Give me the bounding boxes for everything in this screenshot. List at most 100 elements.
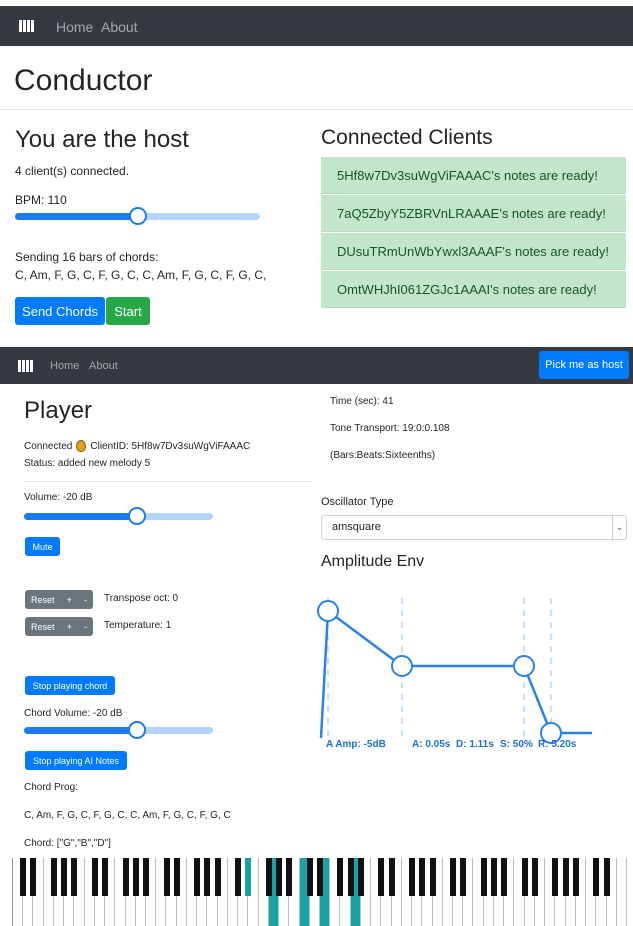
piano-black-key[interactable] bbox=[480, 858, 487, 896]
nav-about-link[interactable]: About bbox=[89, 360, 118, 372]
piano-black-key[interactable] bbox=[552, 858, 559, 896]
temperature-minus-button[interactable]: - bbox=[84, 622, 87, 632]
piano-black-key[interactable] bbox=[501, 858, 508, 896]
piano-black-key[interactable] bbox=[245, 858, 252, 896]
chord-volume-label: Chord Volume: -20 dB bbox=[24, 708, 123, 719]
volume-slider-fill bbox=[24, 513, 138, 520]
start-button[interactable]: Start bbox=[106, 297, 150, 325]
chord-prog-label: Chord Prog: bbox=[24, 782, 78, 793]
piano-black-key[interactable] bbox=[378, 858, 385, 896]
piano-black-key[interactable] bbox=[572, 858, 579, 896]
oscillator-select[interactable]: amsquare ⌄ bbox=[321, 515, 627, 540]
piano-black-key[interactable] bbox=[429, 858, 436, 896]
piano-keyboard[interactable] bbox=[12, 858, 627, 926]
decay-handle[interactable] bbox=[391, 655, 413, 677]
nav-about-link[interactable]: About bbox=[101, 19, 138, 35]
divider bbox=[0, 109, 633, 110]
transpose-plus-button[interactable]: + bbox=[67, 595, 72, 605]
piano-black-key[interactable] bbox=[286, 858, 293, 896]
temperature-label: Temperature: 1 bbox=[104, 620, 172, 631]
piano-black-key[interactable] bbox=[531, 858, 538, 896]
chord-volume-slider-thumb[interactable] bbox=[128, 721, 147, 739]
chord-prog-text: C, Am, F, G, C, F, G, C, C, Am, F, G, C,… bbox=[24, 810, 231, 821]
transpose-reset-button[interactable]: Reset bbox=[31, 595, 55, 605]
transport-text: Tone Transport: 19:0:0.108 bbox=[330, 423, 450, 434]
piano-icon[interactable] bbox=[18, 360, 33, 372]
piano-black-key[interactable] bbox=[409, 858, 416, 896]
send-chords-button[interactable]: Send Chords bbox=[15, 297, 105, 325]
piano-black-key[interactable] bbox=[20, 858, 27, 896]
piano-black-key[interactable] bbox=[317, 858, 323, 896]
piano-black-key[interactable] bbox=[61, 858, 68, 896]
player-navbar: Home About Pick me as host bbox=[0, 347, 633, 384]
piano-black-key[interactable] bbox=[235, 858, 242, 896]
piano-icon[interactable] bbox=[19, 20, 34, 32]
player-heading: Player bbox=[24, 397, 93, 424]
piano-black-key[interactable] bbox=[265, 858, 272, 896]
piano-black-key[interactable] bbox=[204, 858, 211, 896]
chevron-down-icon: ⌄ bbox=[612, 515, 626, 540]
piano-black-key[interactable] bbox=[460, 858, 467, 896]
piano-black-key[interactable] bbox=[122, 858, 129, 896]
pick-host-button[interactable]: Pick me as host bbox=[539, 351, 629, 379]
attack-readout: A: 0.05s bbox=[412, 739, 451, 750]
transpose-minus-button[interactable]: - bbox=[84, 595, 87, 605]
mute-button[interactable]: Mute bbox=[25, 537, 60, 556]
connected-row: Connected ClientID: 5Hf8w7Dv3suWgViFAAAC bbox=[24, 440, 250, 452]
volume-slider[interactable] bbox=[24, 507, 213, 525]
piano-black-key[interactable] bbox=[163, 858, 170, 896]
stop-ai-button[interactable]: Stop playing AI Notes bbox=[25, 751, 127, 770]
piano-black-key[interactable] bbox=[173, 858, 180, 896]
piano-black-key[interactable] bbox=[50, 858, 57, 896]
amp-readout: A Amp: -5dB bbox=[326, 739, 386, 750]
chord-volume-slider-fill bbox=[24, 727, 138, 734]
envelope-graph[interactable] bbox=[314, 590, 594, 760]
piano-black-key[interactable] bbox=[347, 858, 354, 896]
piano-black-key[interactable] bbox=[91, 858, 98, 896]
piano-black-key[interactable] bbox=[276, 858, 283, 896]
transpose-label: Transpose oct: 0 bbox=[104, 593, 179, 604]
piano-black-key[interactable] bbox=[30, 858, 37, 896]
clients-connected-text: 4 client(s) connected. bbox=[15, 164, 130, 178]
stop-chord-button[interactable]: Stop playing chord bbox=[25, 676, 115, 695]
piano-black-key[interactable] bbox=[562, 858, 569, 896]
piano-black-key[interactable] bbox=[306, 858, 313, 896]
piano-black-key[interactable] bbox=[593, 858, 600, 896]
piano-black-key[interactable] bbox=[357, 858, 364, 896]
host-navbar: Home About bbox=[0, 6, 633, 46]
piano-black-key[interactable] bbox=[603, 858, 610, 896]
temperature-reset-button[interactable]: Reset bbox=[31, 622, 55, 632]
envelope-readout: A Amp: -5dB A: 0.05s D: 1.11s S: 50% R: … bbox=[326, 739, 576, 750]
piano-black-key[interactable] bbox=[419, 858, 426, 896]
client-item: OmtWHJhI061ZGJc1AAAI's notes are ready! bbox=[321, 271, 626, 308]
piano-black-key[interactable] bbox=[388, 858, 395, 896]
piano-black-key[interactable] bbox=[194, 858, 201, 896]
piano-black-key[interactable] bbox=[450, 858, 457, 896]
sustain-handle[interactable] bbox=[513, 655, 535, 677]
nav-home-link[interactable]: Home bbox=[50, 360, 79, 372]
sending-label: Sending 16 bars of chords: bbox=[15, 250, 159, 264]
decay-readout: D: 1.11s bbox=[456, 739, 494, 750]
envelope-heading: Amplitude Env bbox=[321, 553, 425, 570]
piano-black-key[interactable] bbox=[102, 858, 109, 896]
nav-home-link[interactable]: Home bbox=[56, 19, 93, 35]
bpm-slider[interactable] bbox=[15, 207, 260, 225]
chord-volume-slider[interactable] bbox=[24, 721, 213, 739]
volume-slider-thumb[interactable] bbox=[128, 507, 147, 525]
attack-handle[interactable] bbox=[317, 600, 339, 622]
status-text: Status: added new melody 5 bbox=[24, 458, 151, 469]
piano-black-key[interactable] bbox=[337, 858, 344, 896]
piano-black-key[interactable] bbox=[143, 858, 150, 896]
divider bbox=[24, 481, 312, 482]
piano-black-key[interactable] bbox=[490, 858, 497, 896]
piano-black-key[interactable] bbox=[71, 858, 78, 896]
client-item: 7aQ5ZbyY5ZBRVnLRAAAE's notes are ready! bbox=[321, 195, 626, 232]
bpm-slider-thumb[interactable] bbox=[128, 207, 147, 225]
piano-black-key[interactable] bbox=[521, 858, 528, 896]
temperature-plus-button[interactable]: + bbox=[67, 622, 72, 632]
piano-black-key[interactable] bbox=[132, 858, 139, 896]
client-id-text: ClientID: 5Hf8w7Dv3suWgViFAAAC bbox=[90, 440, 251, 452]
piano-black-key[interactable] bbox=[214, 858, 221, 896]
temperature-controls: Reset + - bbox=[25, 617, 93, 636]
piano-white-key[interactable] bbox=[616, 858, 627, 926]
